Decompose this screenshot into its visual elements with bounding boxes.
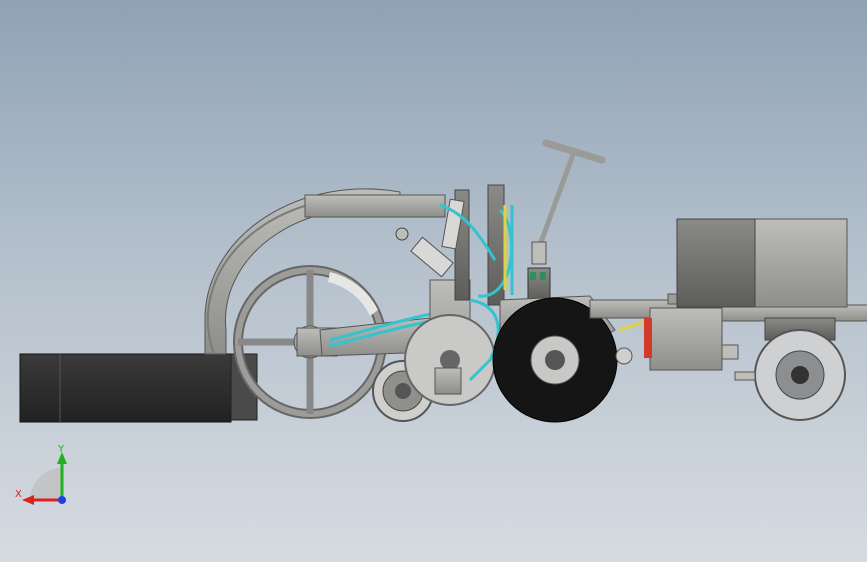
machine-model-view[interactable]: Y X xyxy=(0,0,867,562)
triad-y-label: Y xyxy=(57,444,65,455)
rear-hopper-box[interactable] xyxy=(19,353,258,423)
graphics-viewport[interactable]: Y X xyxy=(0,0,867,562)
engine-enclosure[interactable] xyxy=(676,218,848,308)
coordinate-triad-icon[interactable]: Y X xyxy=(15,444,67,505)
steering-handle[interactable] xyxy=(527,139,606,301)
triad-x-label: X xyxy=(15,489,22,500)
front-wheel[interactable] xyxy=(734,317,846,421)
